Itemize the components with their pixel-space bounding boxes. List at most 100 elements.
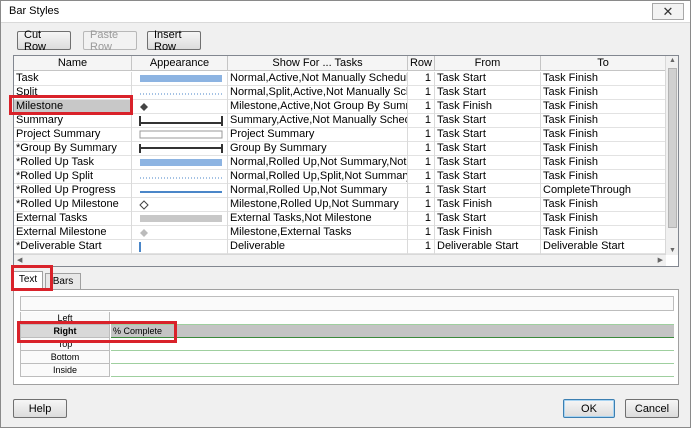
to-cell[interactable]: Task Finish bbox=[541, 72, 666, 86]
name-cell[interactable]: *Rolled Up Split bbox=[14, 170, 132, 184]
cancel-button[interactable]: Cancel bbox=[625, 399, 679, 418]
table-row[interactable]: *Group By Summary Group By Summary 1 Task S… bbox=[14, 142, 666, 156]
appearance-cell[interactable] bbox=[132, 198, 228, 212]
table-row[interactable]: Split Normal,Split,Active,Not Manually Sc… bbox=[14, 86, 666, 100]
show-for-cell[interactable]: Normal,Rolled Up,Split,Not Summary bbox=[228, 170, 408, 184]
cut-row-button[interactable]: Cut Row bbox=[17, 29, 71, 53]
show-for-cell[interactable]: Normal,Split,Active,Not Manually Schedu bbox=[228, 86, 408, 100]
appearance-cell[interactable] bbox=[132, 128, 228, 142]
vertical-scrollbar[interactable]: ▲ ▼ bbox=[665, 56, 678, 255]
show-for-cell[interactable]: Milestone,External Tasks bbox=[228, 226, 408, 240]
show-for-cell[interactable]: Deliverable bbox=[228, 240, 408, 254]
vertical-scroll-thumb[interactable] bbox=[668, 68, 677, 228]
to-cell[interactable]: Task Finish bbox=[541, 128, 666, 142]
column-header-show-for[interactable]: Show For ... Tasks bbox=[228, 56, 408, 71]
from-cell[interactable]: Task Start bbox=[435, 114, 541, 128]
scroll-left-icon[interactable]: ◀ bbox=[17, 256, 22, 264]
name-cell[interactable]: Split bbox=[14, 86, 132, 100]
column-header-name[interactable]: Name bbox=[14, 56, 132, 71]
from-cell[interactable]: Deliverable Start bbox=[435, 240, 541, 254]
appearance-cell[interactable] bbox=[132, 100, 228, 114]
name-cell[interactable]: Project Summary bbox=[14, 128, 132, 142]
to-cell[interactable]: Deliverable Start bbox=[541, 240, 666, 254]
from-cell[interactable]: Task Start bbox=[435, 86, 541, 100]
row-cell[interactable]: 1 bbox=[408, 198, 435, 212]
text-position-label[interactable]: Top bbox=[20, 338, 110, 351]
text-position-label[interactable]: Left bbox=[20, 312, 110, 325]
column-header-from[interactable]: From bbox=[435, 56, 541, 71]
text-field-value[interactable] bbox=[111, 351, 674, 364]
table-row[interactable]: *Rolled Up Split Normal,Rolled Up,Split,N… bbox=[14, 170, 666, 184]
appearance-cell[interactable] bbox=[132, 156, 228, 170]
table-row[interactable]: Milestone Milestone,Active,Not Group By S… bbox=[14, 100, 666, 114]
table-row[interactable]: *Rolled Up Task Normal,Rolled Up,Not Summ… bbox=[14, 156, 666, 170]
appearance-cell[interactable] bbox=[132, 170, 228, 184]
row-cell[interactable]: 1 bbox=[408, 156, 435, 170]
column-header-row[interactable]: Row bbox=[408, 56, 435, 71]
name-cell[interactable]: External Tasks bbox=[14, 212, 132, 226]
from-cell[interactable]: Task Start bbox=[435, 142, 541, 156]
close-button[interactable]: ✕ bbox=[652, 3, 684, 20]
row-cell[interactable]: 1 bbox=[408, 100, 435, 114]
text-field-value[interactable]: % Complete bbox=[111, 325, 674, 338]
name-cell[interactable]: Task bbox=[14, 72, 132, 86]
row-cell[interactable]: 1 bbox=[408, 240, 435, 254]
table-row[interactable]: Project Summary Project Summary 1 Task Star… bbox=[14, 128, 666, 142]
name-cell[interactable]: Summary bbox=[14, 114, 132, 128]
column-header-appearance[interactable]: Appearance bbox=[132, 56, 228, 71]
table-row[interactable]: *Deliverable Start Deliverable 1 Deliverabl… bbox=[14, 240, 666, 254]
row-cell[interactable]: 1 bbox=[408, 226, 435, 240]
from-cell[interactable]: Task Finish bbox=[435, 198, 541, 212]
scroll-up-icon[interactable]: ▲ bbox=[669, 57, 676, 64]
to-cell[interactable]: Task Finish bbox=[541, 198, 666, 212]
to-cell[interactable]: Task Finish bbox=[541, 142, 666, 156]
show-for-cell[interactable]: Project Summary bbox=[228, 128, 408, 142]
from-cell[interactable]: Task Start bbox=[435, 184, 541, 198]
name-cell[interactable]: *Group By Summary bbox=[14, 142, 132, 156]
name-cell[interactable]: *Rolled Up Task bbox=[14, 156, 132, 170]
row-cell[interactable]: 1 bbox=[408, 128, 435, 142]
to-cell[interactable]: Task Finish bbox=[541, 114, 666, 128]
row-cell[interactable]: 1 bbox=[408, 212, 435, 226]
name-cell[interactable]: *Deliverable Start bbox=[14, 240, 132, 254]
row-cell[interactable]: 1 bbox=[408, 184, 435, 198]
from-cell[interactable]: Task Finish bbox=[435, 100, 541, 114]
name-cell[interactable]: *Rolled Up Milestone bbox=[14, 198, 132, 212]
to-cell[interactable]: Task Finish bbox=[541, 100, 666, 114]
from-cell[interactable]: Task Start bbox=[435, 170, 541, 184]
show-for-cell[interactable]: Milestone,Active,Not Group By Summary bbox=[228, 100, 408, 114]
ok-button[interactable]: OK bbox=[563, 399, 615, 418]
row-cell[interactable]: 1 bbox=[408, 72, 435, 86]
to-cell[interactable]: Task Finish bbox=[541, 226, 666, 240]
to-cell[interactable]: CompleteThrough bbox=[541, 184, 666, 198]
to-cell[interactable]: Task Finish bbox=[541, 170, 666, 184]
to-cell[interactable]: Task Finish bbox=[541, 86, 666, 100]
name-cell[interactable]: *Rolled Up Progress bbox=[14, 184, 132, 198]
show-for-cell[interactable]: Normal,Rolled Up,Not Summary bbox=[228, 184, 408, 198]
tab-text[interactable]: Text bbox=[13, 271, 43, 291]
text-field-value[interactable] bbox=[111, 338, 674, 351]
scroll-down-icon[interactable]: ▼ bbox=[669, 247, 676, 254]
row-cell[interactable]: 1 bbox=[408, 86, 435, 100]
show-for-cell[interactable]: External Tasks,Not Milestone bbox=[228, 212, 408, 226]
text-field-value[interactable] bbox=[111, 364, 674, 377]
show-for-cell[interactable]: Normal,Rolled Up,Not Summary,Not Ma bbox=[228, 156, 408, 170]
horizontal-scrollbar[interactable]: ◀ ▶ bbox=[14, 254, 666, 266]
from-cell[interactable]: Task Start bbox=[435, 156, 541, 170]
appearance-cell[interactable] bbox=[132, 240, 228, 254]
from-cell[interactable]: Task Start bbox=[435, 72, 541, 86]
column-header-to[interactable]: To bbox=[541, 56, 666, 71]
from-cell[interactable]: Task Start bbox=[435, 212, 541, 226]
show-for-cell[interactable]: Summary,Active,Not Manually Scheduled bbox=[228, 114, 408, 128]
table-row[interactable]: Summary Summary,Active,Not Manually Sched… bbox=[14, 114, 666, 128]
appearance-cell[interactable] bbox=[132, 114, 228, 128]
appearance-cell[interactable] bbox=[132, 86, 228, 100]
table-row[interactable]: *Rolled Up Milestone Milestone,Rolled Up,… bbox=[14, 198, 666, 212]
from-cell[interactable]: Task Finish bbox=[435, 226, 541, 240]
appearance-cell[interactable] bbox=[132, 212, 228, 226]
from-cell[interactable]: Task Start bbox=[435, 128, 541, 142]
text-field-value[interactable] bbox=[111, 312, 674, 325]
appearance-cell[interactable] bbox=[132, 184, 228, 198]
text-position-label[interactable]: Bottom bbox=[20, 351, 110, 364]
name-cell[interactable]: External Milestone bbox=[14, 226, 132, 240]
